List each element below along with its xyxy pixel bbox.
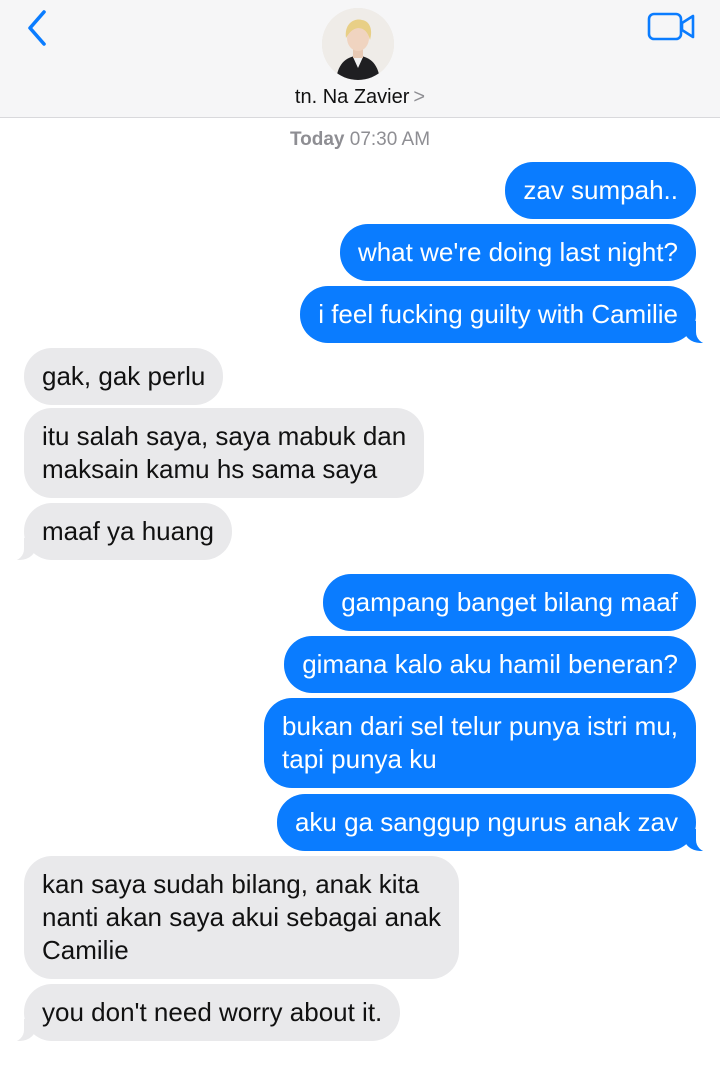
contact-name: tn. Na Zavier xyxy=(294,86,410,108)
sent-message-bubble[interactable]: i feel fucking guilty with Camilie xyxy=(300,286,718,344)
sent-message-bubble[interactable]: aku ga sanggup ngurus anak zav xyxy=(276,794,719,852)
chevron-right-icon: > xyxy=(413,86,426,108)
received-message-bubble[interactable]: kan saya sudah bilang, anak kita nanti a… xyxy=(24,856,459,979)
sent-message-bubble[interactable]: what we're doing last night? xyxy=(339,224,696,281)
contact-name-button[interactable]: tn. Na Zavier > xyxy=(0,86,720,109)
video-camera-icon xyxy=(647,12,695,41)
received-message-bubble[interactable]: maaf ya huang xyxy=(1,503,233,561)
chevron-left-icon xyxy=(28,10,46,46)
video-call-button[interactable] xyxy=(646,10,698,44)
sent-message-bubble[interactable]: gampang banget bilang maaf xyxy=(323,574,696,631)
thread-timestamp: Today 07:30 AM xyxy=(0,129,720,151)
sent-message-bubble[interactable]: gimana kalo aku hamil beneran? xyxy=(284,636,696,693)
received-message-bubble[interactable]: gak, gak perlu xyxy=(24,348,224,405)
timestamp-day: Today xyxy=(289,129,345,150)
contact-photo xyxy=(322,8,394,80)
sent-message-bubble[interactable]: zav sumpah.. xyxy=(505,162,696,219)
received-message-bubble[interactable]: you don't need worry about it. xyxy=(1,984,401,1042)
sent-message-bubble[interactable]: bukan dari sel telur punya istri mu, tap… xyxy=(264,698,696,788)
back-button[interactable] xyxy=(18,8,58,48)
conversation-header: tn. Na Zavier > xyxy=(0,0,720,118)
timestamp-time: 07:30 AM xyxy=(349,129,431,150)
avatar[interactable] xyxy=(322,8,394,80)
received-message-bubble[interactable]: itu salah saya, saya mabuk dan maksain k… xyxy=(24,408,425,498)
